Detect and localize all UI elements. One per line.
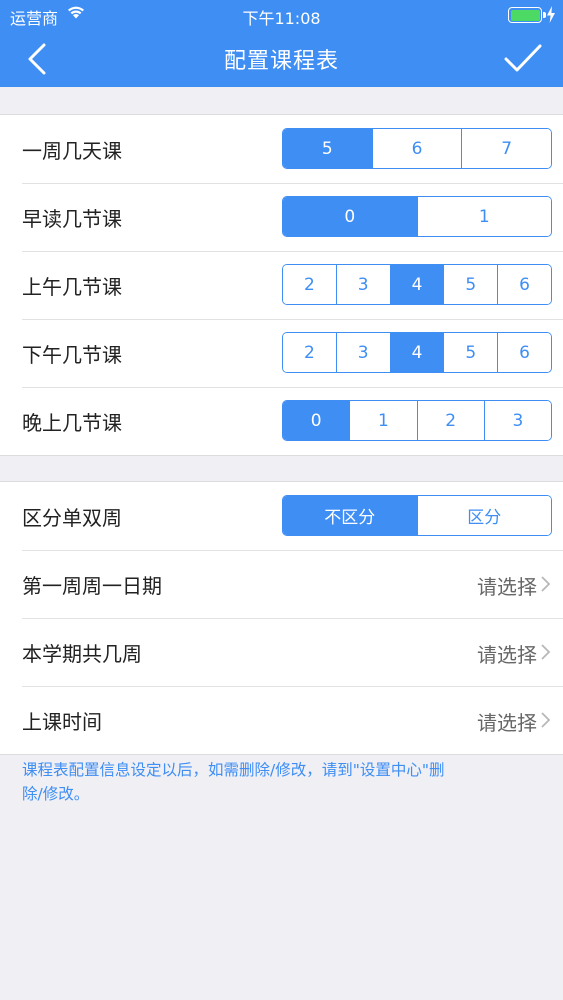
evening-option-3[interactable]: 3: [483, 401, 551, 440]
afternoon-option-5[interactable]: 5: [443, 333, 498, 372]
days-option-5[interactable]: 5: [283, 129, 372, 168]
distinguish-option[interactable]: 区分: [416, 496, 551, 535]
evening-option-1[interactable]: 1: [349, 401, 417, 440]
morning-option-2[interactable]: 2: [283, 265, 336, 304]
morning-reading-label: 早读几节课: [22, 207, 122, 231]
page-title: 配置课程表: [223, 49, 339, 74]
evening-classes-segmented: 0 1 2 3: [282, 400, 552, 441]
no-distinguish-option[interactable]: 不区分: [283, 496, 417, 535]
row-total-weeks[interactable]: 本学期共几周 请选择: [0, 618, 563, 686]
row-first-monday[interactable]: 第一周周一日期 请选择: [0, 550, 563, 618]
reading-option-0[interactable]: 0: [283, 197, 417, 236]
afternoon-option-4[interactable]: 4: [389, 333, 444, 372]
status-time: 下午11:08: [242, 9, 321, 28]
first-monday-label: 第一周周一日期: [22, 574, 162, 598]
morning-option-5[interactable]: 5: [443, 265, 498, 304]
settings-note: 课程表配置信息设定以后，如需删除/修改，请到"设置中心"删除/修改。: [22, 761, 445, 803]
row-class-time[interactable]: 上课时间 请选择: [0, 686, 563, 754]
evening-option-2[interactable]: 2: [416, 401, 484, 440]
afternoon-option-2[interactable]: 2: [283, 333, 336, 372]
row-morning-reading: 早读几节课 0 1: [0, 183, 563, 251]
first-monday-value[interactable]: 请选择: [477, 571, 537, 600]
evening-option-0[interactable]: 0: [283, 401, 350, 440]
chevron-right-icon: [541, 576, 551, 592]
row-morning-classes: 上午几节课 2 3 4 5 6: [0, 251, 563, 319]
days-per-week-label: 一周几天课: [22, 139, 122, 163]
row-afternoon-classes: 下午几节课 2 3 4 5 6: [0, 319, 563, 387]
days-option-6[interactable]: 6: [371, 129, 462, 168]
days-option-7[interactable]: 7: [461, 129, 551, 168]
days-per-week-segmented: 5 6 7: [282, 128, 552, 169]
checkmark-done-icon[interactable]: [502, 42, 544, 76]
morning-classes-segmented: 2 3 4 5 6: [282, 264, 552, 305]
row-days-per-week: 一周几天课 5 6 7: [0, 115, 563, 183]
total-weeks-label: 本学期共几周: [22, 642, 142, 666]
class-time-label: 上课时间: [22, 710, 102, 734]
row-evening-classes: 晚上几节课 0 1 2 3: [0, 387, 563, 455]
week-settings-group: 区分单双周 不区分 区分 第一周周一日期 请选择 本学期共几周 请选择 上课时间…: [0, 481, 563, 755]
afternoon-option-6[interactable]: 6: [497, 333, 551, 372]
morning-classes-label: 上午几节课: [22, 275, 122, 299]
morning-reading-segmented: 0 1: [282, 196, 552, 237]
chevron-right-icon: [541, 644, 551, 660]
odd-even-week-label: 区分单双周: [22, 506, 122, 530]
nav-bar: 配置课程表: [0, 30, 563, 87]
morning-option-4[interactable]: 4: [389, 265, 444, 304]
afternoon-classes-segmented: 2 3 4 5 6: [282, 332, 552, 373]
reading-option-1[interactable]: 1: [416, 197, 551, 236]
charging-bolt-icon: [547, 6, 555, 23]
evening-classes-label: 晚上几节课: [22, 411, 122, 435]
class-count-group: 一周几天课 5 6 7 早读几节课 0 1 上午几节课 2 3 4 5 6 下午…: [0, 114, 563, 456]
status-bar: 运营商 下午11:08: [0, 0, 563, 30]
morning-option-6[interactable]: 6: [497, 265, 551, 304]
morning-option-3[interactable]: 3: [335, 265, 390, 304]
chevron-right-icon: [541, 712, 551, 728]
afternoon-option-3[interactable]: 3: [335, 333, 390, 372]
odd-even-week-segmented: 不区分 区分: [282, 495, 552, 536]
afternoon-classes-label: 下午几节课: [22, 343, 122, 367]
total-weeks-value[interactable]: 请选择: [477, 639, 537, 668]
row-odd-even-week: 区分单双周 不区分 区分: [0, 482, 563, 550]
battery-icon: [508, 7, 546, 23]
class-time-value[interactable]: 请选择: [477, 707, 537, 736]
